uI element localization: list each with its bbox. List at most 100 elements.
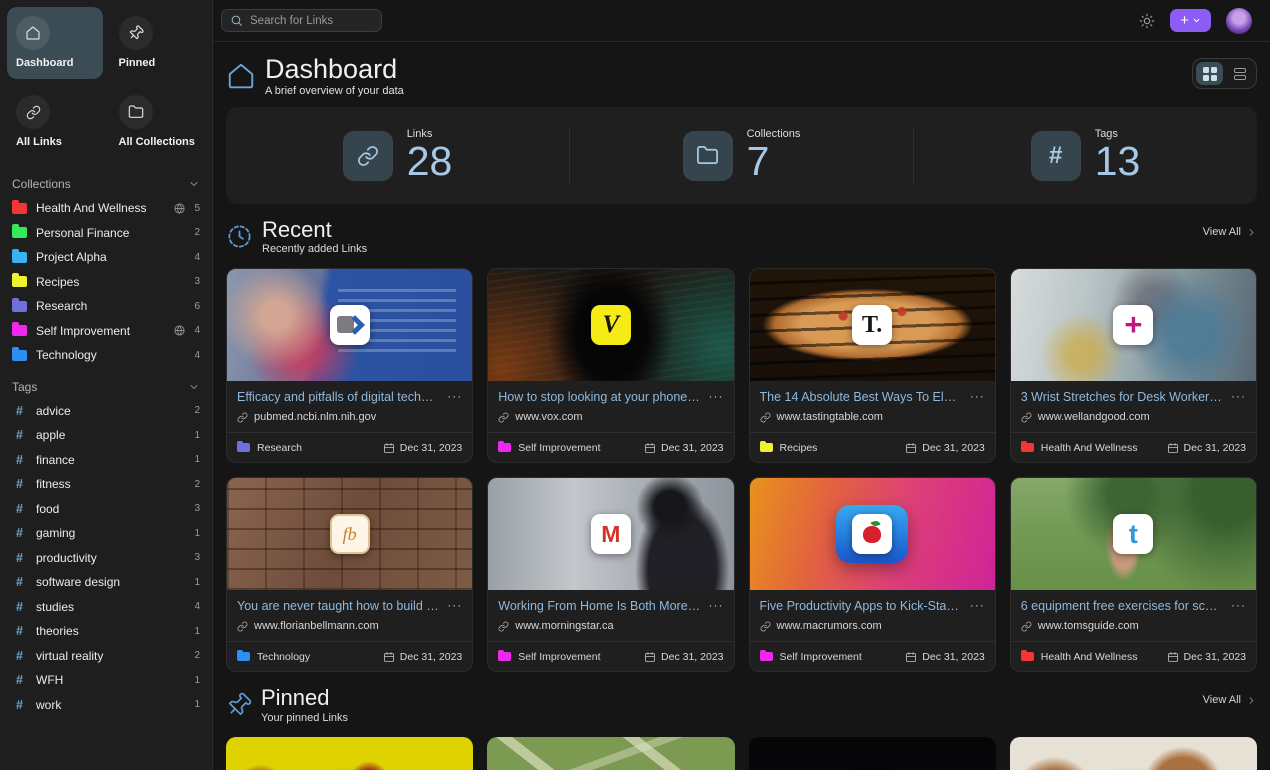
tag-item[interactable]: #work1 — [0, 693, 212, 718]
search-icon — [230, 14, 243, 27]
search-input[interactable] — [250, 15, 373, 27]
stat-collections[interactable]: Collections 7 — [570, 128, 913, 183]
link-card[interactable]: V How to stop looking at your phone - Vo… — [487, 268, 734, 463]
tag-item[interactable]: #apple1 — [0, 423, 212, 448]
collection-chip[interactable]: Technology — [237, 651, 310, 663]
tag-name: fitness — [36, 477, 185, 491]
pinned-view-all-link[interactable]: View All — [1203, 694, 1257, 706]
collection-item[interactable]: Self Improvement 4 — [0, 319, 212, 344]
more-options-icon[interactable]: ··· — [970, 390, 985, 402]
collection-chip[interactable]: Health And Wellness — [1021, 442, 1138, 454]
tag-item[interactable]: #productivity3 — [0, 546, 212, 571]
link-url: www.wellandgood.com — [1038, 411, 1150, 423]
grid-view-button[interactable] — [1196, 62, 1223, 85]
link-card[interactable]: T. The 14 Absolute Best Ways To Elevate … — [749, 268, 996, 463]
more-options-icon[interactable]: ··· — [709, 599, 724, 611]
link-url: pubmed.ncbi.nlm.nih.gov — [254, 411, 376, 423]
collection-item[interactable]: Research 6 — [0, 294, 212, 319]
pinned-link-card[interactable] — [487, 737, 734, 770]
collection-item[interactable]: Technology 4 — [0, 343, 212, 368]
sidebar-item-all-links[interactable]: All Links — [7, 86, 103, 158]
collection-chip[interactable]: Health And Wellness — [1021, 651, 1138, 663]
folder-icon — [119, 95, 153, 129]
florianbellmann-logo-badge: fb — [330, 514, 370, 554]
link-url: www.vox.com — [515, 411, 582, 423]
link-icon — [1021, 412, 1032, 423]
link-card[interactable]: Efficacy and pitfalls of digital technol… — [226, 268, 473, 463]
tag-item[interactable]: #gaming1 — [0, 521, 212, 546]
more-options-icon[interactable]: ··· — [1231, 390, 1246, 402]
link-preview-image: + — [1011, 269, 1256, 381]
morningstar-logo-badge: M — [591, 514, 631, 554]
page-subtitle: A brief overview of your data — [265, 85, 404, 97]
more-options-icon[interactable]: ··· — [709, 390, 724, 402]
recent-view-all-link[interactable]: View All — [1203, 226, 1257, 238]
more-options-icon[interactable]: ··· — [447, 390, 462, 402]
card-footer: Research Dec 31, 2023 — [227, 432, 472, 462]
link-url-row: pubmed.ncbi.nlm.nih.gov — [237, 411, 462, 423]
collection-chip[interactable]: Self Improvement — [498, 651, 600, 663]
folder-icon — [12, 301, 27, 312]
chevron-down-icon[interactable] — [188, 178, 200, 190]
tag-item[interactable]: #theories1 — [0, 619, 212, 644]
list-icon — [1234, 68, 1246, 80]
sidebar-item-all-collections[interactable]: All Collections — [110, 86, 206, 158]
collection-count: 3 — [194, 276, 200, 287]
link-date: Dec 31, 2023 — [383, 442, 462, 454]
collection-chip[interactable]: Self Improvement — [760, 651, 862, 663]
tag-name: finance — [36, 453, 185, 467]
tag-count: 1 — [194, 699, 200, 710]
page-title: Dashboard — [265, 55, 404, 83]
collection-name: Technology — [36, 348, 185, 362]
pinned-link-card[interactable] — [749, 737, 996, 770]
collection-chip[interactable]: Research — [237, 442, 302, 454]
tag-item[interactable]: #studies4 — [0, 595, 212, 620]
link-card[interactable]: + 3 Wrist Stretches for Desk Workers to … — [1010, 268, 1257, 463]
tag-item[interactable]: #WFH1 — [0, 668, 212, 693]
collections-section-header[interactable]: Collections — [0, 165, 212, 196]
collection-name: Technology — [257, 651, 310, 663]
collection-item[interactable]: Project Alpha 4 — [0, 245, 212, 270]
pinned-link-card[interactable] — [1010, 737, 1257, 770]
more-options-icon[interactable]: ··· — [970, 599, 985, 611]
link-url: www.tastingtable.com — [777, 411, 883, 423]
more-options-icon[interactable]: ··· — [1231, 599, 1246, 611]
tag-item[interactable]: #finance1 — [0, 448, 212, 473]
tags-section-header[interactable]: Tags — [0, 368, 212, 399]
sidebar-item-pinned[interactable]: Pinned — [110, 7, 206, 79]
tag-name: gaming — [36, 526, 185, 540]
link-url: www.macrumors.com — [777, 620, 882, 632]
collection-item[interactable]: Health And Wellness 5 — [0, 196, 212, 221]
sidebar-item-dashboard[interactable]: Dashboard — [7, 7, 103, 79]
collection-item[interactable]: Recipes 3 — [0, 270, 212, 295]
collection-name: Research — [257, 442, 302, 454]
tag-item[interactable]: #software design1 — [0, 570, 212, 595]
stat-links[interactable]: Links 28 — [226, 128, 569, 183]
link-card[interactable]: Five Productivity Apps to Kick-Start the… — [749, 477, 996, 672]
pinned-links-grid — [226, 737, 1257, 770]
tag-item[interactable]: #virtual reality2 — [0, 644, 212, 669]
collection-chip[interactable]: Self Improvement — [498, 442, 600, 454]
pinned-link-card[interactable] — [226, 737, 473, 770]
link-card[interactable]: t 6 equipment free exercises for sculpti… — [1010, 477, 1257, 672]
hash-icon: # — [12, 526, 27, 540]
pin-icon — [119, 16, 153, 50]
link-card[interactable]: M Working From Home Is Both More and L..… — [487, 477, 734, 672]
tag-item[interactable]: #food3 — [0, 497, 212, 522]
collection-item[interactable]: Personal Finance 2 — [0, 221, 212, 246]
more-options-icon[interactable]: ··· — [447, 599, 462, 611]
hash-icon: # — [12, 428, 27, 442]
user-avatar[interactable] — [1226, 8, 1252, 34]
list-view-button[interactable] — [1226, 62, 1253, 85]
stat-tags[interactable]: # Tags 13 — [914, 128, 1257, 183]
add-new-button[interactable]: + — [1170, 9, 1211, 32]
collection-chip[interactable]: Recipes — [760, 442, 818, 454]
tag-item[interactable]: #advice2 — [0, 399, 212, 424]
theme-toggle-sun-icon[interactable] — [1139, 13, 1155, 29]
search-box[interactable] — [221, 9, 382, 32]
tag-item[interactable]: #fitness2 — [0, 472, 212, 497]
link-card[interactable]: fb You are never taught how to build qua… — [226, 477, 473, 672]
chevron-down-icon[interactable] — [188, 381, 200, 393]
tastingtable-logo-badge: T. — [852, 305, 892, 345]
folder-icon — [12, 252, 27, 263]
